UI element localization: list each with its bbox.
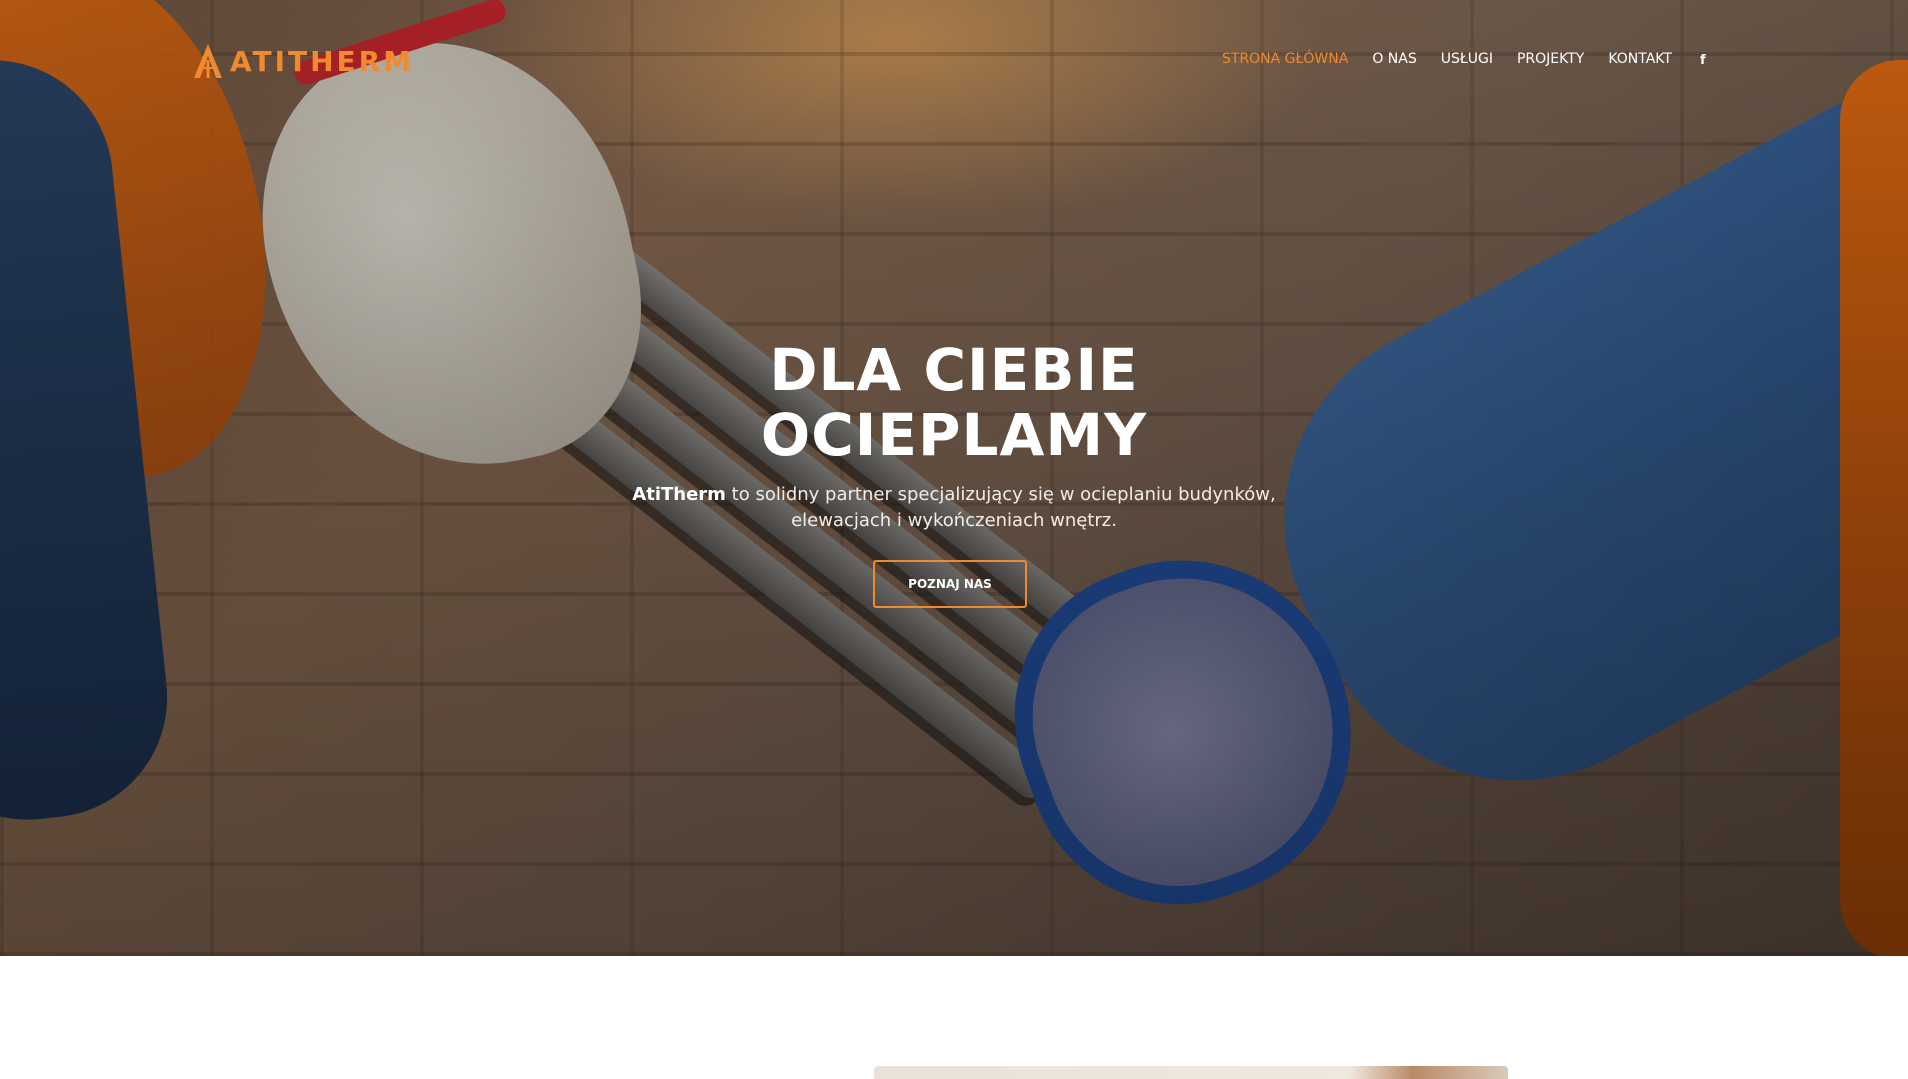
hero-subtitle-line2: elewacjach i wykończeniach wnętrz. [791,510,1117,531]
nav-item-strona-glowna[interactable]: STRONA GŁÓWNA [1222,51,1348,67]
nav-item-uslugi[interactable]: USŁUGI [1441,51,1493,67]
hero-section: DLA CIEBIE OCIEPLAMY AtiTherm to solidny… [0,0,1908,956]
hero-title-line1: DLA CIEBIE [769,336,1139,404]
hero-title: DLA CIEBIE OCIEPLAMY [554,338,1354,468]
nav-item-kontakt[interactable]: KONTAKT [1608,51,1672,67]
hero-subtitle-text: to solidny partner specjalizujący się w … [725,484,1276,505]
main-nav: STRONA GŁÓWNA O NAS USŁUGI PROJEKTY KONT… [1222,51,1696,67]
hero-title-line2: OCIEPLAMY [760,401,1148,469]
site-logo[interactable]: ATITHERM [192,42,414,80]
poznaj-nas-button[interactable]: POZNAJ NAS [873,560,1027,608]
logo-text: ATITHERM [230,44,415,78]
site-header: ATITHERM STRONA GŁÓWNA O NAS USŁUGI PROJ… [0,0,1908,125]
hero-subtitle-brand: AtiTherm [632,484,726,505]
nav-item-projekty[interactable]: PROJEKTY [1517,51,1584,67]
hero-subtitle: AtiTherm to solidny partner specjalizują… [554,482,1354,534]
facebook-icon[interactable]: f [1700,53,1706,68]
content-section [0,956,1908,1079]
logo-mark-icon [194,44,222,78]
section-preview-image [874,1066,1508,1079]
hero-text: DLA CIEBIE OCIEPLAMY AtiTherm to solidny… [554,338,1354,534]
nav-item-o-nas[interactable]: O NAS [1372,51,1416,67]
